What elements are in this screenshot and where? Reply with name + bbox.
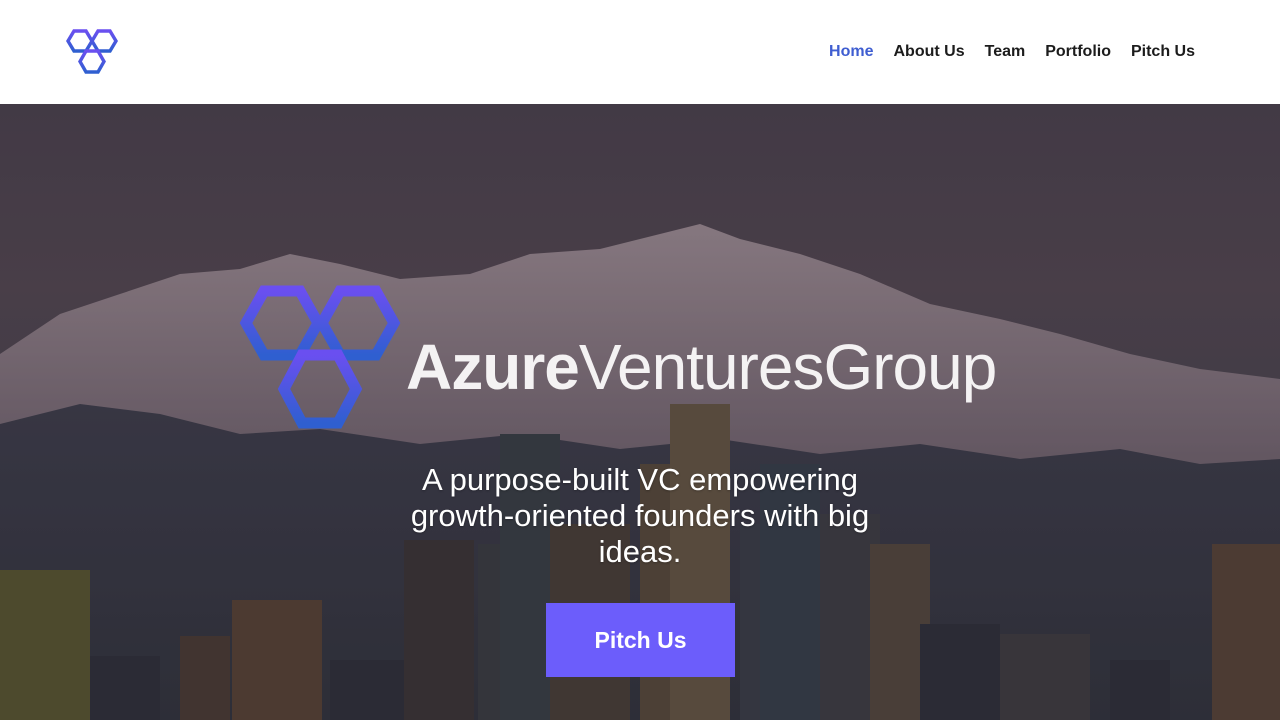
nav-team[interactable]: Team (985, 43, 1026, 61)
nav-pitch-us[interactable]: Pitch Us (1131, 43, 1195, 61)
pitch-us-button[interactable]: Pitch Us (546, 603, 735, 677)
hexagon-cluster-icon (239, 285, 401, 429)
hero-section: AzureVenturesGroup A purpose-built VC em… (0, 104, 1280, 720)
hexagon-cluster-icon (66, 29, 118, 74)
main-nav: Home About Us Team Portfolio Pitch Us (809, 43, 1195, 61)
site-header: Home About Us Team Portfolio Pitch Us (0, 0, 1280, 104)
hero-brand-logo: AzureVenturesGroup (238, 284, 1048, 434)
nav-home[interactable]: Home (829, 43, 873, 61)
hero-tagline: A purpose-built VC empowering growth-ori… (410, 462, 870, 569)
nav-about-us[interactable]: About Us (894, 43, 965, 61)
brand-word-bold: Azure (406, 331, 580, 403)
site-logo[interactable] (66, 29, 118, 75)
brand-word-light: VenturesGroup (578, 331, 997, 403)
brand-wordmark: AzureVenturesGroup (406, 335, 997, 399)
nav-portfolio[interactable]: Portfolio (1045, 43, 1111, 61)
